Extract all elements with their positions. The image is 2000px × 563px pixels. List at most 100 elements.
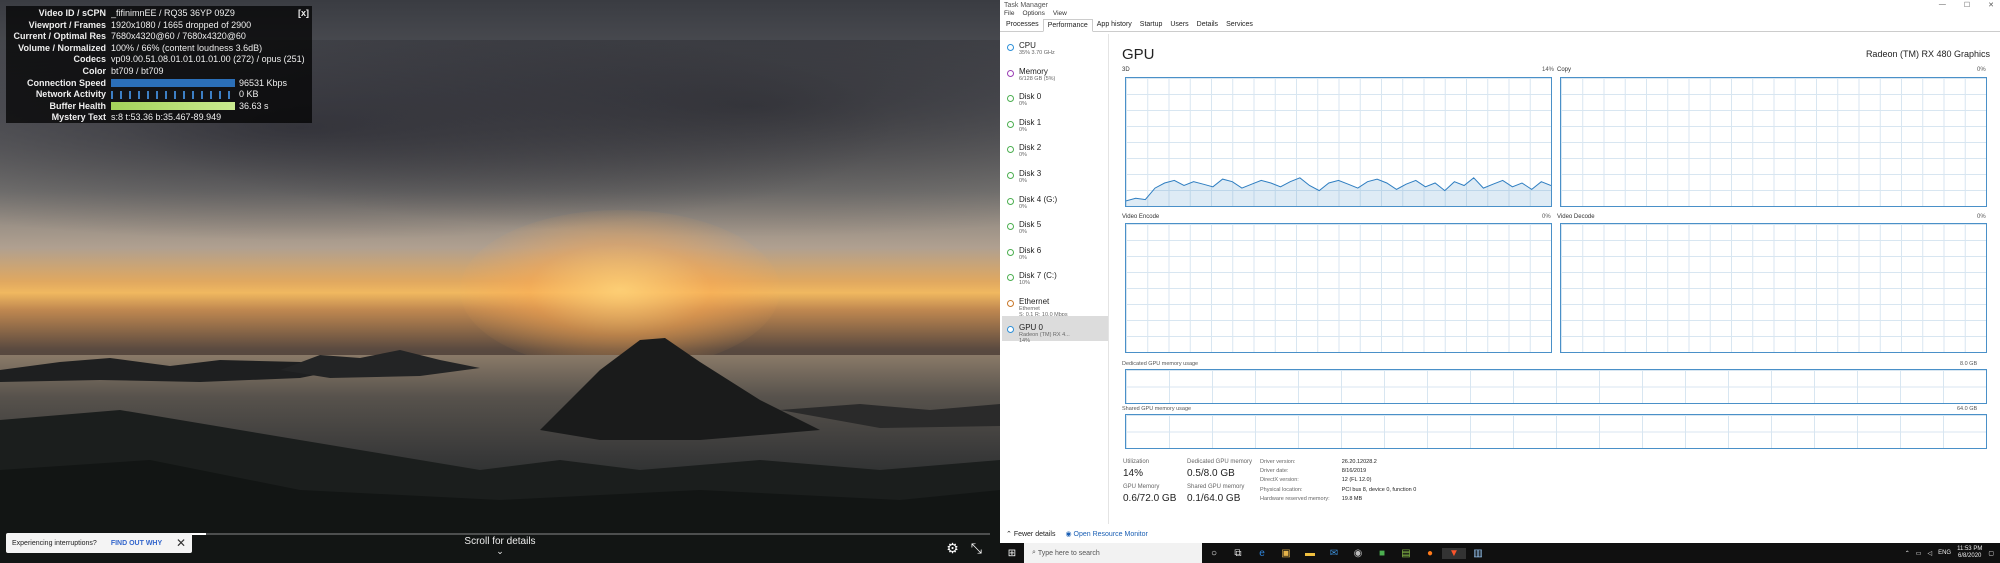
video-controls: ⚙ ⤡: [946, 540, 982, 557]
find-out-why-link[interactable]: FIND OUT WHY: [111, 540, 162, 547]
network-icon[interactable]: ▭: [1916, 550, 1922, 557]
clock[interactable]: 11:53 PM 6/8/2020: [1957, 546, 1982, 560]
sidebar-item-ethernet[interactable]: EthernetEthernetS: 0.1 R: 10.0 Mbps: [1002, 290, 1108, 318]
sparkline-icon: [1007, 299, 1014, 307]
mail-icon[interactable]: ✉: [1322, 548, 1346, 559]
sidebar-item-detail: 10%: [1019, 280, 1031, 287]
toast-close-button[interactable]: ✕: [176, 536, 186, 550]
tab-services[interactable]: Services: [1222, 19, 1257, 31]
edge-browser-icon[interactable]: e: [1250, 548, 1274, 559]
taskbar-search-box[interactable]: ⌕ Type here to search: [1024, 543, 1202, 563]
engine-label-copy[interactable]: Copy: [1557, 67, 1571, 73]
utility-app-icon[interactable]: ■: [1370, 548, 1394, 559]
tab-processes[interactable]: Processes: [1002, 19, 1043, 31]
minimize-icon[interactable]: —: [1939, 1, 1946, 9]
video-player[interactable]: [x] Video ID / sCPN _fifinimnEE / RQ35 36…: [0, 0, 1000, 563]
sidebar-item-cpu[interactable]: CPU 35% 3.70 GHz: [1002, 34, 1108, 60]
sidebar-item-detail: 0%: [1019, 101, 1027, 108]
start-button-icon[interactable]: ⊞: [1000, 548, 1024, 559]
dedicated-memory-stat-value: 0.5/8.0 GB: [1187, 468, 1235, 479]
stats-key: Volume / Normalized: [18, 42, 106, 53]
image-app-icon[interactable]: ▤: [1394, 548, 1418, 559]
task-view-icon[interactable]: ⧉: [1226, 548, 1250, 559]
stats-row: Volume / Normalized 100% / 66% (content l…: [10, 43, 308, 55]
file-explorer-icon[interactable]: ▬: [1298, 548, 1322, 559]
stats-key: Buffer Health: [49, 100, 106, 111]
performance-sidebar: CPU 35% 3.70 GHz Memory 6/128 GB (5%) Disk 0…: [1002, 34, 1109, 524]
app-icon[interactable]: ◉: [1346, 548, 1370, 559]
sidebar-item-detail: 0%: [1019, 203, 1027, 210]
sidebar-item-detail: 0%: [1019, 126, 1027, 133]
scroll-for-details[interactable]: Scroll for details ⌄: [440, 536, 560, 556]
fewer-details-label: Fewer details: [1013, 530, 1056, 538]
engine-label-video-decode[interactable]: Video Decode: [1557, 214, 1595, 220]
open-resource-monitor-link[interactable]: ◉ Open Resource Monitor: [1065, 530, 1147, 538]
tab-app-history[interactable]: App history: [1093, 19, 1136, 31]
engine-label-3d[interactable]: 3D: [1122, 67, 1130, 73]
sidebar-item-disk-5[interactable]: Disk 5 0%: [1002, 213, 1108, 239]
volume-icon[interactable]: ◁: [1927, 550, 1932, 557]
tab-startup[interactable]: Startup: [1136, 19, 1167, 31]
engine-pct-video-decode: 0%: [1977, 214, 1986, 220]
task-manager-window: Task Manager — ☐ ✕ File Options View Pro…: [1000, 0, 2000, 543]
language-indicator[interactable]: ENG: [1938, 550, 1951, 556]
dedicated-memory-label: Dedicated GPU memory usage: [1122, 361, 1199, 367]
stats-close-button[interactable]: [x]: [298, 8, 309, 20]
stats-value-text: 7680x4320@60 / 7680x4320@60: [111, 31, 246, 42]
sidebar-item-label: Memory: [1019, 66, 1048, 76]
sidebar-item-disk-4-g[interactable]: Disk 4 (G:) 0%: [1002, 188, 1108, 214]
engine-pct-copy: 0%: [1977, 67, 1986, 73]
sparkline-icon: [1007, 197, 1014, 205]
clock-date: 6/8/2020: [1958, 553, 1982, 559]
engine-label-video-encode[interactable]: Video Encode: [1122, 214, 1159, 220]
stats-row: Video ID / sCPN _fifinimnEE / RQ35 36YP 0…: [10, 8, 308, 20]
close-icon[interactable]: ✕: [1988, 1, 1994, 9]
task-manager-footer: ⌃ Fewer details ◉ Open Resource Monitor: [1000, 524, 2000, 543]
stats-row: Current / Optimal Res 7680x4320@60 / 7680…: [10, 31, 308, 43]
store-icon[interactable]: ▣: [1274, 548, 1298, 559]
sidebar-item-label: Disk 7 (C:): [1019, 271, 1057, 281]
sidebar-item-detail: 0%: [1019, 254, 1027, 261]
sidebar-item-disk-6[interactable]: Disk 6 0%: [1002, 239, 1108, 265]
sidebar-item-gpu-0[interactable]: GPU 0 Radeon (TM) RX 4... 14%: [1002, 315, 1108, 344]
sidebar-item-disk-3[interactable]: Disk 3 0%: [1002, 162, 1108, 188]
sidebar-item-label: Disk 0: [1019, 92, 1042, 102]
sidebar-item-disk-7-c[interactable]: Disk 7 (C:) 10%: [1002, 264, 1108, 290]
task-manager-taskbar-icon[interactable]: ▥: [1466, 548, 1490, 559]
tab-performance[interactable]: Performance: [1042, 19, 1093, 32]
sidebar-item-disk-2[interactable]: Disk 2 0%: [1002, 136, 1108, 162]
graph-copy: [1560, 77, 1987, 207]
cortana-icon[interactable]: ○: [1202, 548, 1226, 559]
tab-users[interactable]: Users: [1166, 19, 1192, 31]
menu-view[interactable]: View: [1053, 10, 1067, 19]
menu-bar: File Options View: [1000, 10, 2000, 19]
menu-file[interactable]: File: [1004, 10, 1014, 19]
tray-chevron-icon[interactable]: ⌃: [1905, 550, 1910, 557]
info-value: 12 (FL 12.0): [1341, 477, 1372, 484]
stats-value: bt709 / bt709: [111, 66, 308, 78]
info-value: 8/16/2019: [1341, 468, 1367, 475]
stats-row: Connection Speed 96531 Kbps: [10, 78, 308, 90]
dedicated-memory-max: 8.0 GB: [1960, 361, 1978, 367]
stats-value: 7680x4320@60 / 7680x4320@60: [111, 31, 308, 43]
buffer-health-bar: [111, 102, 235, 111]
sidebar-item-disk-0[interactable]: Disk 0 0%: [1002, 85, 1108, 111]
menu-options[interactable]: Options: [1022, 10, 1044, 19]
sidebar-item-disk-1[interactable]: Disk 1 0%: [1002, 111, 1108, 137]
sidebar-item-memory[interactable]: Memory 6/128 GB (5%): [1002, 60, 1108, 86]
maximize-icon[interactable]: ☐: [1964, 1, 1970, 9]
engine-pct-video-encode: 0%: [1542, 214, 1551, 220]
tab-details[interactable]: Details: [1193, 19, 1222, 31]
page-title: GPU: [1122, 46, 1155, 63]
exit-fullscreen-icon[interactable]: ⤡: [971, 540, 982, 557]
resource-monitor-label: Open Resource Monitor: [1073, 530, 1148, 538]
notifications-icon[interactable]: ▢: [1988, 550, 1994, 557]
fewer-details-button[interactable]: ⌃ Fewer details: [1006, 530, 1055, 538]
brave-browser-icon[interactable]: ▼: [1442, 547, 1466, 559]
window-title: Task Manager: [1004, 1, 1048, 9]
sidebar-item-label: Ethernet: [1019, 296, 1050, 306]
firefox-icon[interactable]: ●: [1418, 548, 1442, 559]
stats-row: Viewport / Frames 1920x1080 / 1665 droppe…: [10, 20, 308, 32]
settings-gear-icon[interactable]: ⚙: [946, 540, 959, 557]
sparkline-icon: [1007, 120, 1014, 128]
